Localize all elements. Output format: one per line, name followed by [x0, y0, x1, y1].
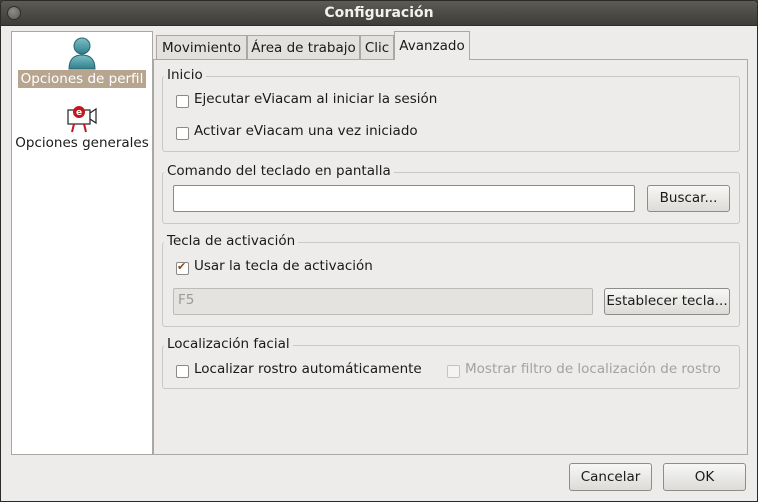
- checkbox-start-on-login[interactable]: [176, 95, 189, 108]
- checkbox-start-on-login-label[interactable]: Ejecutar eViacam al iniciar la sesión: [194, 91, 437, 107]
- section-inicio-title: Inicio: [164, 67, 206, 83]
- ok-button-label: OK: [694, 469, 715, 485]
- tab-clic[interactable]: Clic: [360, 35, 394, 59]
- cancel-button[interactable]: Cancelar: [569, 463, 652, 491]
- sidebar-item-label: Opciones de perfil: [17, 70, 147, 88]
- sidebar: Opciones de perfil e Opciones generales: [11, 31, 153, 455]
- section-activation-key-title: Tecla de activación: [164, 233, 299, 249]
- sidebar-item-label: Opciones generales: [15, 135, 149, 151]
- checkbox-show-face-filter: [447, 365, 460, 378]
- checkbox-show-face-filter-label: Mostrar filtro de localización de rostro: [465, 361, 721, 377]
- tab-panel-avanzado: Inicio Ejecutar eViacam al iniciar la se…: [153, 59, 748, 455]
- configuration-window: Configuración Opciones de perfil e Opcio…: [0, 0, 758, 502]
- keyboard-command-input[interactable]: [173, 185, 635, 212]
- checkbox-auto-locate-face[interactable]: [176, 365, 189, 378]
- checkbox-activate-on-start[interactable]: [176, 127, 189, 140]
- title-bar[interactable]: Configuración: [1, 1, 757, 26]
- activation-key-field[interactable]: F5: [173, 288, 593, 315]
- tab-avanzado[interactable]: Avanzado: [394, 31, 470, 60]
- checkbox-activate-on-start-label[interactable]: Activar eViacam una vez iniciado: [194, 123, 418, 139]
- section-onscreen-keyboard-title: Comando del teclado en pantalla: [164, 163, 394, 179]
- window-title: Configuración: [324, 5, 434, 21]
- sidebar-item-general-options[interactable]: e Opciones generales: [12, 104, 152, 152]
- sidebar-item-profile-options[interactable]: Opciones de perfil: [12, 36, 152, 88]
- eviacam-camera-icon: e: [67, 106, 97, 133]
- cancel-button-label: Cancelar: [580, 469, 641, 485]
- checkbox-auto-locate-face-label[interactable]: Localizar rostro automáticamente: [194, 361, 422, 377]
- tab-area-de-trabajo[interactable]: Área de trabajo: [247, 35, 360, 59]
- browse-button[interactable]: Buscar...: [647, 185, 730, 212]
- user-icon: [68, 37, 96, 70]
- set-key-button[interactable]: Establecer tecla...: [604, 288, 730, 315]
- section-inicio: [162, 76, 740, 152]
- svg-text:e: e: [76, 108, 82, 118]
- checkbox-use-activation-key-label[interactable]: Usar la tecla de activación: [194, 258, 373, 274]
- tab-movimiento[interactable]: Movimiento: [156, 35, 247, 59]
- ok-button[interactable]: OK: [663, 463, 746, 491]
- section-face-localization-title: Localización facial: [164, 336, 293, 352]
- checkbox-use-activation-key[interactable]: [176, 260, 189, 275]
